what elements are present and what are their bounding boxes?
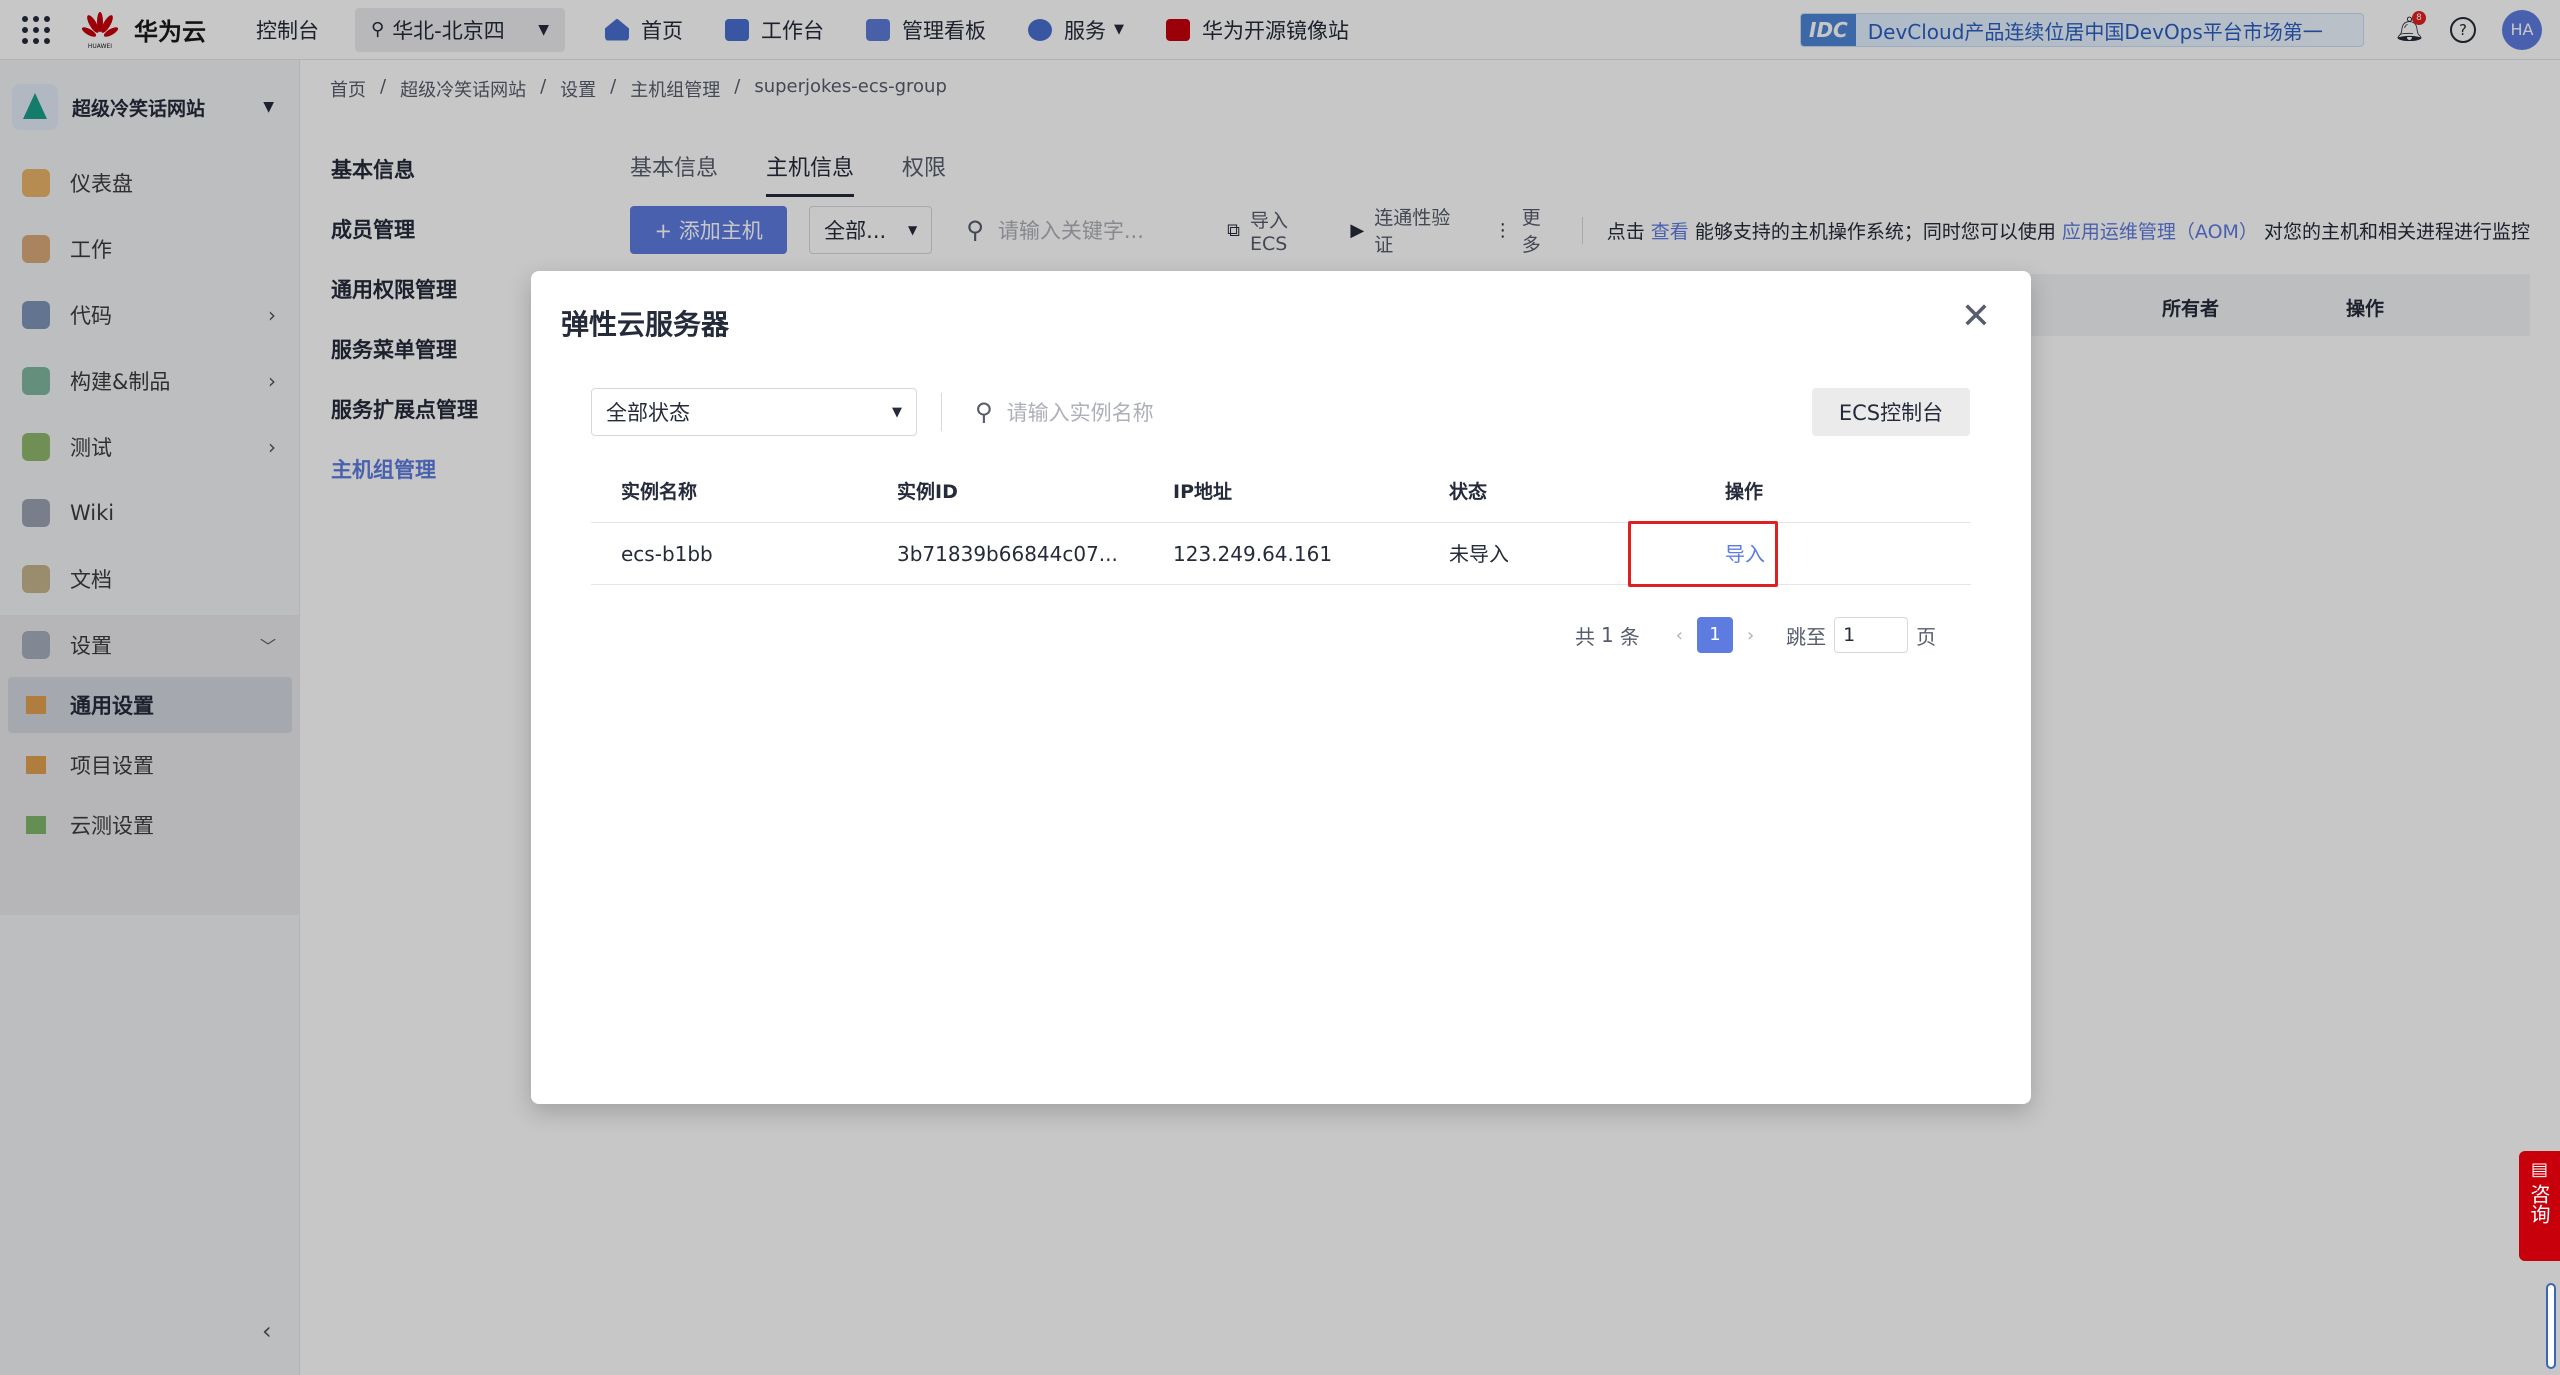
consult-button[interactable]: ▤ 咨询 bbox=[2519, 1151, 2560, 1261]
page-suffix: 页 bbox=[1916, 624, 1937, 649]
ecs-console-button[interactable]: ECS控制台 bbox=[1812, 388, 1970, 436]
divider bbox=[941, 393, 942, 431]
current-page[interactable]: 1 bbox=[1696, 617, 1733, 653]
instance-ip: 123.249.64.161 bbox=[1173, 542, 1333, 566]
column-action: 操作 bbox=[1725, 481, 1764, 503]
modal-title: 弹性云服务器 bbox=[561, 308, 730, 341]
total-count: 1 bbox=[1601, 623, 1614, 647]
chat-icon: ▤ bbox=[2530, 1159, 2548, 1180]
jump-label: 跳至 bbox=[1786, 624, 1827, 649]
column-instance-id: 实例ID bbox=[897, 481, 958, 503]
search-icon: ⚲ bbox=[975, 398, 993, 426]
instance-status: 未导入 bbox=[1449, 542, 1509, 566]
instance-search-placeholder: 请输入实例名称 bbox=[1006, 401, 1154, 425]
ecs-modal: 弹性云服务器 ✕ 全部状态 ▼ ⚲ 请输入实例名称 ECS控制台 实例名称 实例… bbox=[531, 271, 2031, 1104]
total-suffix: 条 bbox=[1619, 624, 1640, 649]
instance-search-input[interactable]: ⚲ 请输入实例名称 bbox=[975, 388, 1154, 436]
scroll-handle[interactable] bbox=[2546, 1283, 2556, 1369]
instance-name: ecs-b1bb bbox=[621, 542, 713, 566]
status-filter-value: 全部状态 bbox=[606, 401, 690, 425]
instance-id: 3b71839b66844c07... bbox=[897, 542, 1118, 566]
status-filter-select[interactable]: 全部状态 ▼ bbox=[591, 388, 917, 436]
close-icon[interactable]: ✕ bbox=[1961, 299, 1991, 335]
column-status: 状态 bbox=[1449, 481, 1488, 503]
column-ip: IP地址 bbox=[1173, 481, 1232, 503]
pagination: 共 1 条 ‹ 1 › 跳至 1 页 bbox=[1575, 617, 1936, 653]
consult-label: 咨询 bbox=[2527, 1184, 2551, 1224]
page-jump-input[interactable]: 1 bbox=[1834, 617, 1909, 653]
caret-down-icon: ▼ bbox=[892, 404, 902, 420]
highlight-box bbox=[1628, 521, 1778, 587]
next-page-icon[interactable]: › bbox=[1747, 625, 1754, 646]
column-instance-name: 实例名称 bbox=[621, 481, 698, 503]
table-header-row: 实例名称 实例ID IP地址 状态 操作 bbox=[591, 461, 1971, 523]
prev-page-icon[interactable]: ‹ bbox=[1676, 625, 1683, 646]
total-prefix: 共 bbox=[1575, 624, 1595, 649]
